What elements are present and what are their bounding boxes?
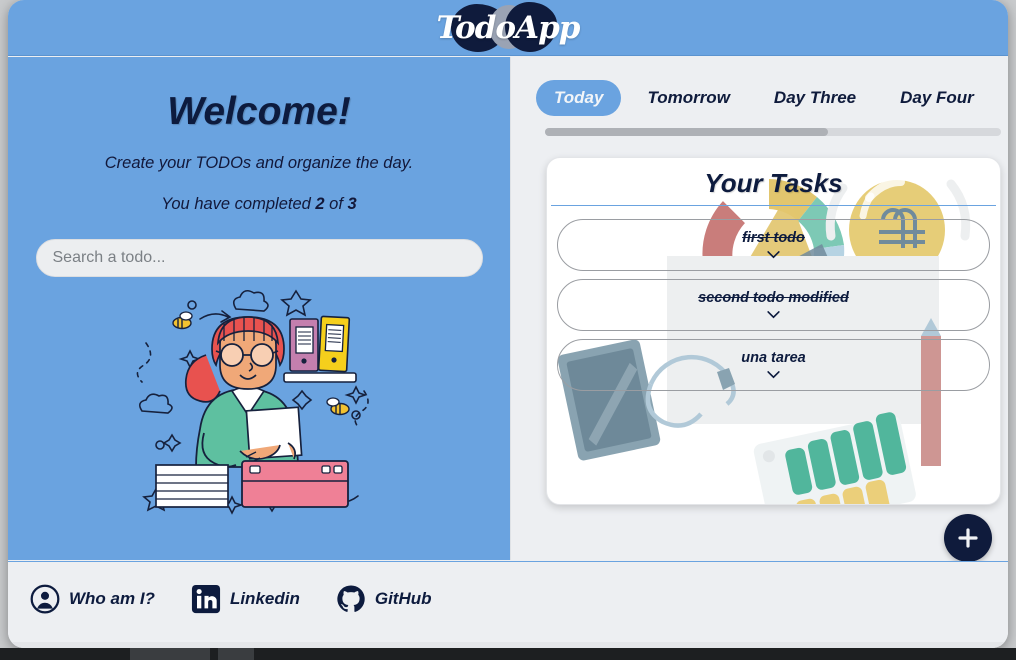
completed-prefix: You have completed: [161, 195, 316, 213]
desktop: TodoApp Welcome! Create your TODOs and o…: [0, 0, 1016, 660]
tasks-heading: Your Tasks: [704, 168, 843, 198]
footer-link-label: GitHub: [374, 589, 432, 608]
app-window: TodoApp Welcome! Create your TODOs and o…: [8, 0, 1008, 648]
app-header: TodoApp: [8, 0, 1008, 56]
todo-list: first todo second todo modified una tare…: [547, 219, 1000, 391]
footer-link-github[interactable]: GitHub: [336, 584, 432, 614]
left-panel: Welcome! Create your TODOs and organize …: [8, 57, 511, 560]
paper-stack: [155, 464, 229, 508]
bee-icon-left: [172, 311, 193, 330]
logo-text: TodoApp: [436, 10, 581, 46]
welcome-illustration: [136, 289, 369, 515]
todo-text: una tarea: [741, 350, 806, 367]
plus-icon: [958, 528, 978, 548]
tab-tomorrow[interactable]: Tomorrow: [629, 80, 747, 116]
footer-link-linkedin[interactable]: Linkedin: [191, 584, 300, 614]
footer-link-label: Linkedin: [229, 589, 300, 608]
color-swatches-decoration: [753, 412, 916, 504]
search-input[interactable]: [35, 239, 483, 277]
footer-link-label: Who am I?: [69, 589, 155, 608]
tasks-card: Your Tasks first todo second todo modifi…: [546, 157, 1001, 505]
todo-item-2[interactable]: second todo modified: [557, 279, 990, 331]
search-container: [35, 239, 483, 277]
linkedin-icon: [191, 584, 221, 614]
todo-text: second todo modified: [698, 290, 849, 307]
github-icon: [337, 585, 365, 612]
binders: [283, 315, 357, 383]
tasks-divider: [551, 205, 996, 206]
os-taskbar: [0, 648, 1016, 660]
page-title: Welcome!: [167, 90, 351, 133]
footer-link-who-am-i[interactable]: Who am I?: [30, 584, 155, 614]
todo-text: first todo: [742, 230, 805, 247]
completed-counter: You have completed 2 of 3: [8, 195, 510, 214]
completed-middle: of: [324, 195, 348, 213]
completed-total: 3: [347, 195, 357, 213]
tab-today[interactable]: Today: [536, 80, 622, 116]
tabs-scrollbar[interactable]: [545, 128, 1001, 136]
person-circle-icon: [30, 584, 60, 614]
completed-count: 2: [315, 195, 325, 213]
add-todo-button[interactable]: [944, 514, 992, 562]
right-panel: Today Tomorrow Day Three Day Four Your T…: [512, 57, 1008, 562]
day-tabs: Today Tomorrow Day Three Day Four: [536, 80, 992, 116]
tabs-scrollbar-thumb[interactable]: [545, 128, 828, 136]
todo-item-3[interactable]: una tarea: [557, 339, 990, 391]
bee-icon-right: [326, 397, 350, 416]
tab-day-four[interactable]: Day Four: [882, 80, 992, 116]
taskbar-segment-1[interactable]: [130, 648, 210, 660]
chevron-down-icon[interactable]: [767, 370, 780, 379]
taskbar-segment-2[interactable]: [218, 648, 254, 660]
todo-item-1[interactable]: first todo: [557, 219, 990, 271]
app-footer: Who am I? Linkedin GitHub: [8, 561, 1008, 648]
app-logo[interactable]: TodoApp: [433, 0, 583, 56]
footer-links: Who am I? Linkedin GitHub: [30, 584, 432, 614]
chevron-down-icon[interactable]: [767, 310, 780, 319]
person-illustration: [184, 316, 303, 468]
desk: [241, 460, 349, 508]
tab-day-three[interactable]: Day Three: [756, 80, 874, 116]
chevron-down-icon[interactable]: [767, 250, 780, 259]
welcome-subtitle: Create your TODOs and organize the day.: [104, 154, 414, 172]
